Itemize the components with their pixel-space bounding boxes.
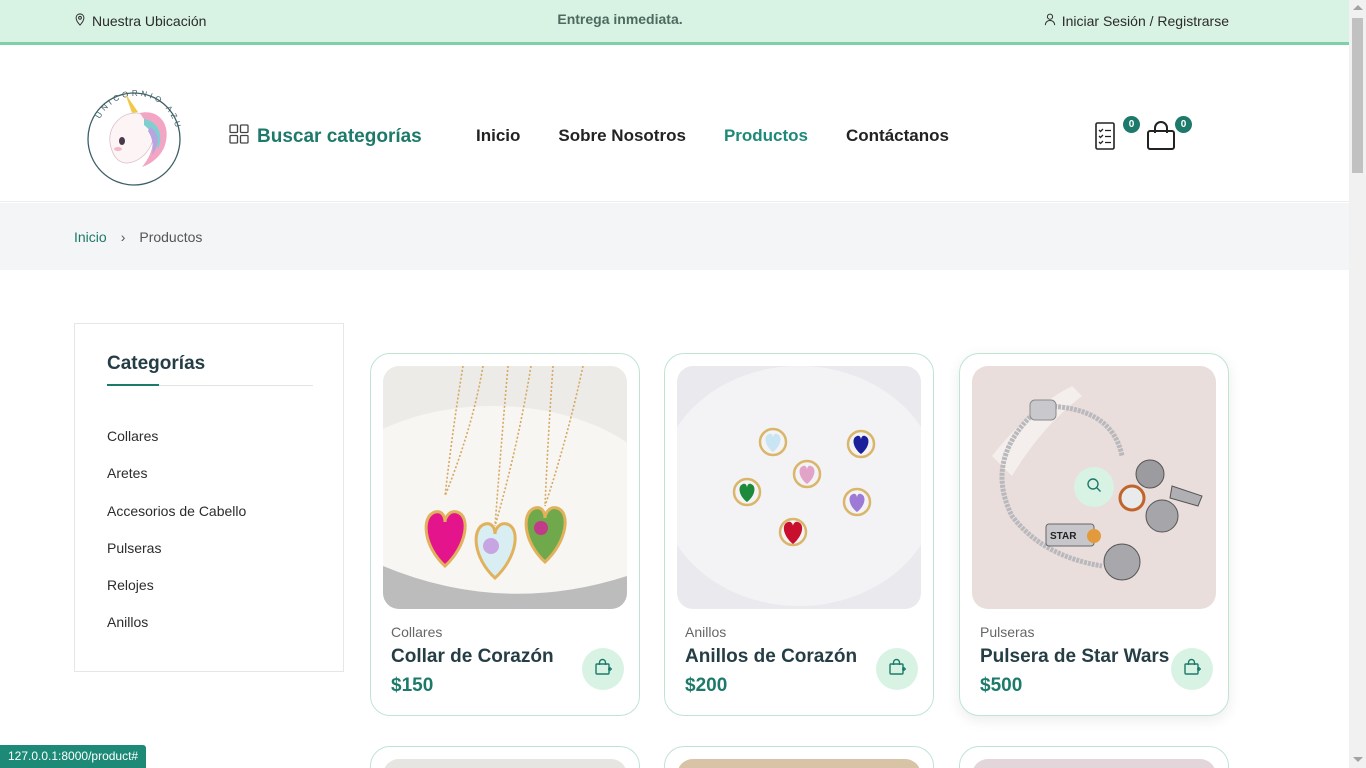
user-icon	[1044, 13, 1056, 29]
bag-plus-icon	[888, 658, 906, 681]
nav-item-productos[interactable]: Productos	[724, 126, 808, 146]
top-bar: Nuestra Ubicación Entrega inmediata. Ini…	[0, 0, 1349, 45]
product-category[interactable]: Collares	[391, 624, 442, 640]
product-price: $150	[391, 675, 434, 696]
product-card[interactable]	[664, 746, 934, 768]
category-item-relojes[interactable]: Relojes	[107, 577, 246, 614]
category-item-pulseras[interactable]: Pulseras	[107, 540, 246, 577]
site-logo[interactable]: UNICORNIO AZUL	[76, 72, 188, 187]
breadcrumb-bar: Inicio › Productos	[0, 203, 1349, 270]
header-actions: 0 0	[1094, 116, 1192, 155]
bag-plus-icon	[594, 658, 612, 681]
browse-categories-label: Buscar categorías	[257, 126, 422, 147]
product-card[interactable]: Collares Collar de Corazón $150	[370, 353, 640, 716]
add-to-cart-button[interactable]	[582, 648, 624, 690]
product-image-necklaces[interactable]	[383, 366, 627, 609]
product-category[interactable]: Anillos	[685, 624, 726, 640]
scroll-up-arrow-icon[interactable]	[1353, 5, 1363, 10]
grid-icon	[229, 124, 249, 150]
sidebar-title-underline	[107, 384, 313, 386]
wishlist-count-badge: 0	[1123, 116, 1140, 133]
status-url-tooltip: 127.0.0.1:8000/product#	[0, 745, 147, 768]
add-to-cart-button[interactable]	[876, 648, 918, 690]
site-header: UNICORNIO AZUL Buscar categorías Inicio …	[0, 45, 1349, 202]
category-item-anillos[interactable]: Anillos	[107, 614, 246, 651]
product-card[interactable]	[959, 746, 1229, 768]
cart-count-badge: 0	[1175, 116, 1192, 133]
nav-item-inicio[interactable]: Inicio	[476, 126, 520, 146]
nav-item-contactanos[interactable]: Contáctanos	[846, 126, 949, 146]
checklist-icon	[1094, 122, 1118, 155]
shopping-bag-icon	[1146, 121, 1176, 155]
search-icon	[1086, 477, 1102, 498]
category-sidebar: Categorías Collares Aretes Accesorios de…	[74, 323, 344, 672]
product-card[interactable]: STAR Pulseras Pulsera de Star Wars $500	[959, 353, 1229, 716]
login-link[interactable]: Iniciar Sesión / Registrarse	[1044, 13, 1229, 29]
product-title[interactable]: Pulsera de Star Wars	[980, 646, 1169, 668]
category-list: Collares Aretes Accesorios de Cabello Pu…	[107, 428, 246, 652]
product-card[interactable]: Anillos Anillos de Corazón $200	[664, 353, 934, 716]
browse-categories-button[interactable]: Buscar categorías	[229, 124, 422, 150]
bracelet-charm-print: STAR	[1050, 531, 1077, 542]
nav-item-sobre-nosotros[interactable]: Sobre Nosotros	[558, 126, 686, 146]
add-to-cart-button[interactable]	[1171, 648, 1213, 690]
product-image[interactable]	[677, 759, 921, 768]
breadcrumb-current: Productos	[139, 229, 203, 245]
product-price: $500	[980, 675, 1023, 696]
scrollbar-thumb[interactable]	[1352, 18, 1363, 173]
main-nav: Inicio Sobre Nosotros Productos Contácta…	[476, 126, 949, 146]
breadcrumb: Inicio › Productos	[74, 229, 202, 245]
quick-view-button[interactable]	[1074, 467, 1114, 507]
sidebar-title: Categorías	[107, 353, 206, 374]
cart-button[interactable]: 0	[1146, 116, 1192, 155]
product-price: $200	[685, 675, 728, 696]
wishlist-button[interactable]: 0	[1094, 116, 1140, 155]
scroll-down-arrow-icon[interactable]	[1353, 757, 1363, 762]
product-image[interactable]	[972, 759, 1216, 768]
breadcrumb-separator: ›	[120, 229, 126, 245]
product-title[interactable]: Anillos de Corazón	[685, 646, 857, 668]
product-title[interactable]: Collar de Corazón	[391, 646, 554, 668]
category-item-aretes[interactable]: Aretes	[107, 465, 246, 502]
bag-plus-icon	[1183, 658, 1201, 681]
breadcrumb-home[interactable]: Inicio	[74, 229, 107, 245]
product-image-bracelet[interactable]: STAR	[972, 366, 1216, 609]
category-item-accesorios-cabello[interactable]: Accesorios de Cabello	[107, 503, 246, 540]
product-card[interactable]	[370, 746, 640, 768]
login-label: Iniciar Sesión / Registrarse	[1061, 13, 1229, 29]
product-category[interactable]: Pulseras	[980, 624, 1034, 640]
product-image-rings[interactable]	[677, 366, 921, 609]
product-image[interactable]	[383, 759, 627, 768]
category-item-collares[interactable]: Collares	[107, 428, 246, 465]
